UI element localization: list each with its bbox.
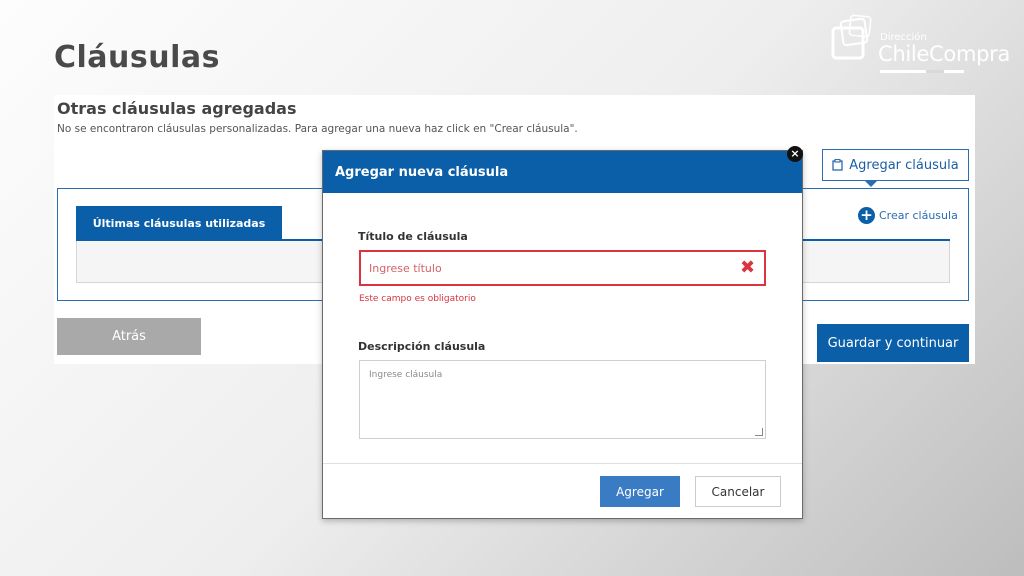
create-clause-link[interactable]: + Crear cláusula <box>858 207 958 224</box>
clause-description-field[interactable] <box>359 360 766 439</box>
add-button[interactable]: Agregar <box>600 476 680 507</box>
section-description: No se encontraron cláusulas personalizad… <box>57 123 578 135</box>
clause-title-input[interactable] <box>367 252 731 284</box>
clause-title-label: Título de cláusula <box>358 230 468 243</box>
add-clause-button[interactable]: Agregar cláusula <box>822 149 969 181</box>
resize-handle-icon[interactable] <box>755 428 763 436</box>
tab-recent-clauses[interactable]: Últimas cláusulas utilizadas <box>76 206 282 240</box>
chilecompra-logo: Dirección ChileCompra <box>830 14 1010 76</box>
close-icon[interactable]: × <box>787 146 803 162</box>
logo-squares-icon <box>831 14 872 60</box>
title-error-message: Este campo es obligatorio <box>359 294 476 304</box>
clause-description-textarea[interactable] <box>364 365 759 435</box>
add-clause-pointer <box>864 180 878 187</box>
create-clause-label: Crear cláusula <box>879 209 958 222</box>
slide-title: Cláusulas <box>54 40 220 75</box>
clause-description-label: Descripción cláusula <box>358 340 486 353</box>
error-x-icon: ✖ <box>740 257 756 278</box>
save-continue-button[interactable]: Guardar y continuar <box>817 324 969 362</box>
cancel-button[interactable]: Cancelar <box>695 476 781 507</box>
add-clause-modal: Agregar nueva cláusula Título de cláusul… <box>322 150 803 519</box>
add-clause-label: Agregar cláusula <box>849 157 959 173</box>
clipboard-icon <box>832 159 843 171</box>
section-heading: Otras cláusulas agregadas <box>57 99 297 118</box>
logo-name: ChileCompra <box>878 42 1011 66</box>
logo-bar <box>880 70 964 73</box>
clause-title-field[interactable]: ✖ <box>359 250 766 286</box>
modal-footer-divider <box>323 463 802 464</box>
plus-circle-icon: + <box>858 207 875 224</box>
modal-title: Agregar nueva cláusula <box>323 151 802 193</box>
logo-bar-accent <box>926 70 944 73</box>
back-button[interactable]: Atrás <box>57 318 201 355</box>
